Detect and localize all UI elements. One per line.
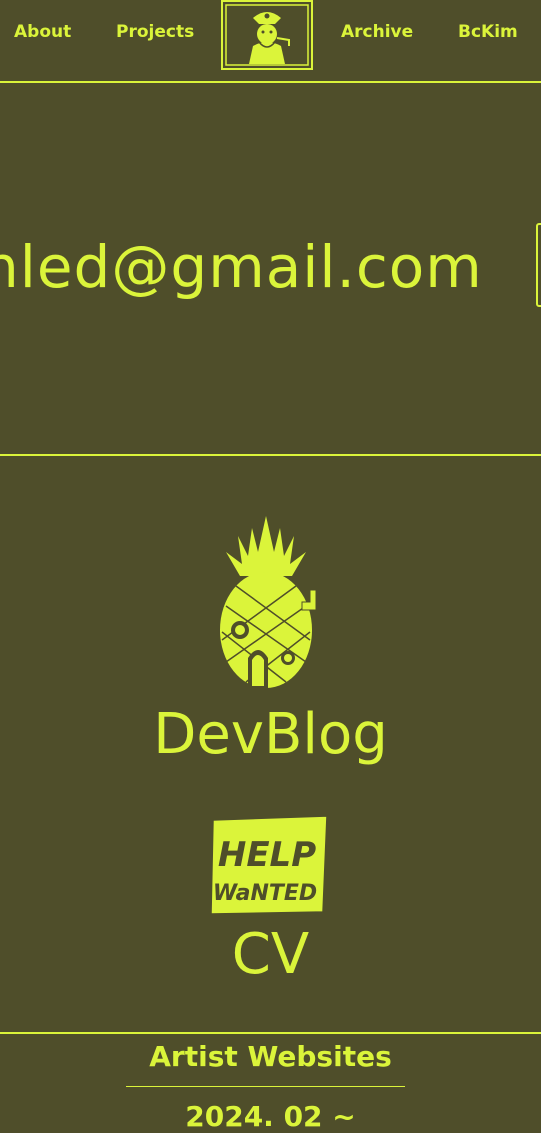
wanted-text: WaNTED: [213, 881, 317, 906]
marquee-next-item: [536, 223, 541, 307]
email-marquee: nled@gmail.com: [0, 83, 541, 456]
cv-link[interactable]: CV: [0, 922, 541, 987]
nav-bckim-link[interactable]: BcKim: [458, 22, 518, 42]
help-text: HELP: [218, 835, 316, 875]
footer: Artist Websites 2024. 02 ~: [0, 1032, 541, 1133]
pirate-logo-icon[interactable]: [221, 0, 313, 70]
pineapple-house-icon[interactable]: [206, 512, 326, 690]
nav-about-link[interactable]: About: [14, 22, 71, 42]
nav-projects-link[interactable]: Projects: [116, 22, 194, 42]
nav-archive-link[interactable]: Archive: [341, 22, 413, 42]
top-navigation: About Projects Archive BcKim: [0, 0, 541, 83]
artist-websites-title[interactable]: Artist Websites: [0, 1040, 541, 1073]
devblog-link[interactable]: DevBlog: [0, 702, 541, 767]
footer-date: 2024. 02 ~: [185, 1100, 356, 1133]
help-wanted-sign-icon[interactable]: HELP WaNTED: [209, 814, 329, 916]
email-text[interactable]: nled@gmail.com: [0, 233, 483, 301]
footer-divider: [126, 1086, 405, 1087]
